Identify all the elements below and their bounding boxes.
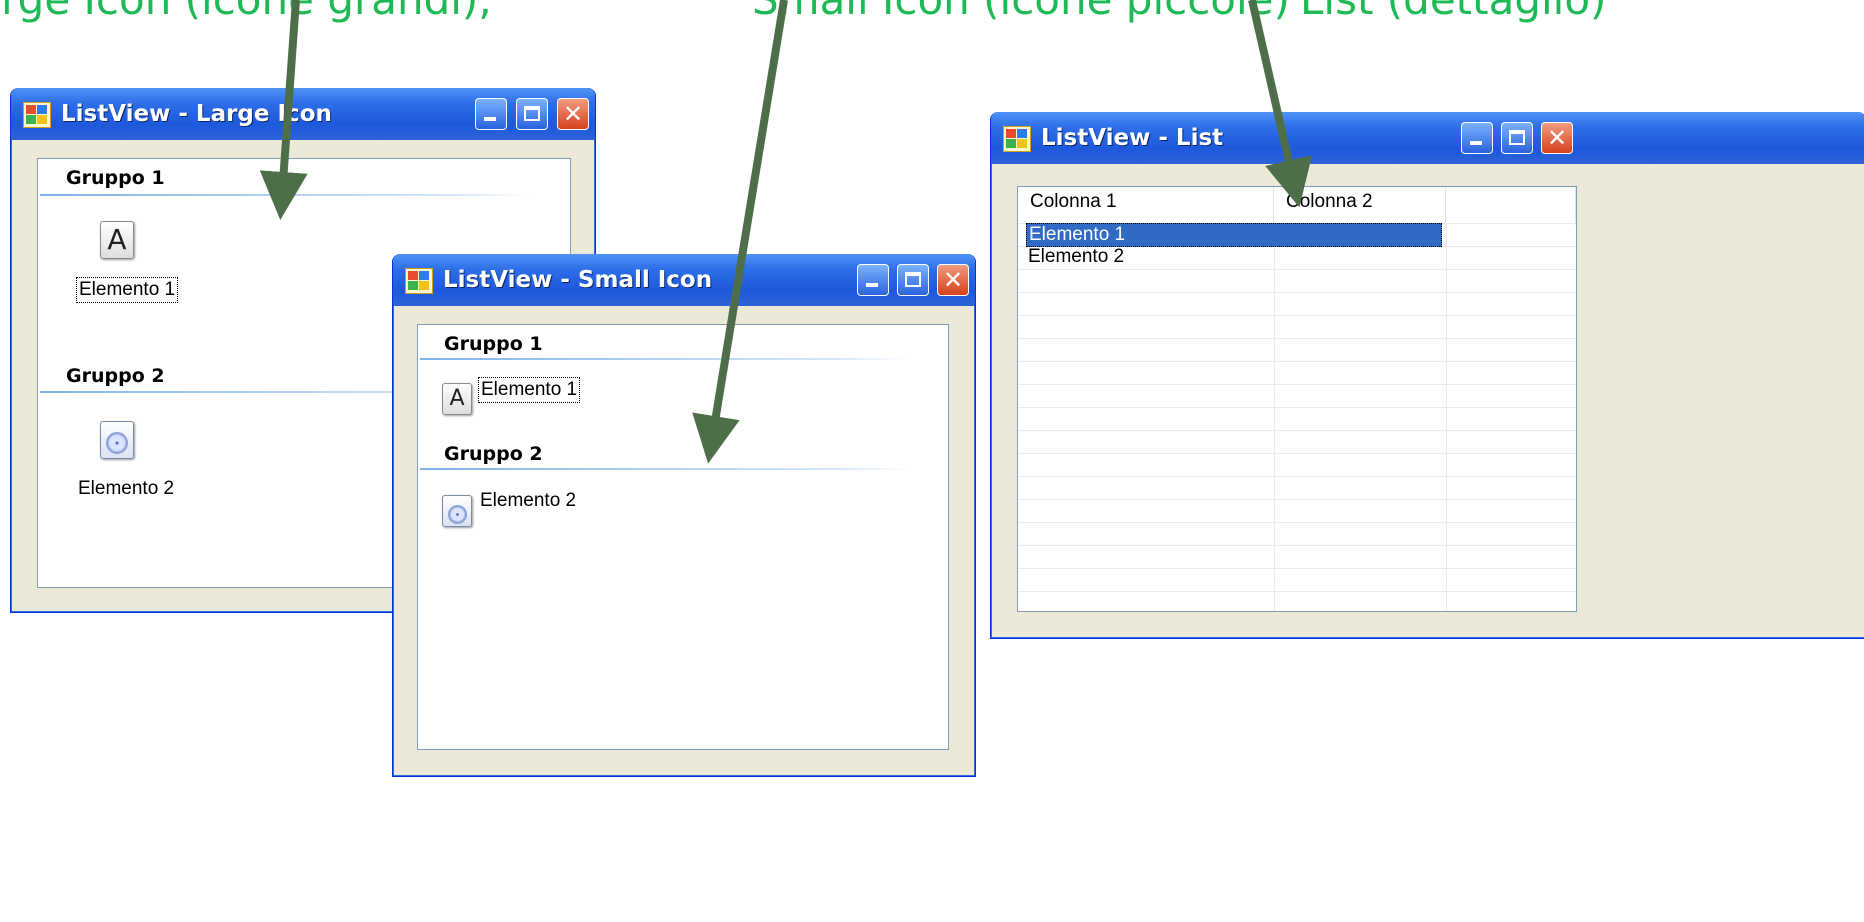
cell-label: Elemento 2 [1028, 246, 1125, 267]
caption-small-icon: Small Icon (icone piccole) [752, 0, 1290, 40]
minimize-icon [1470, 141, 1482, 145]
caption-list: List (dettaglio) [1300, 0, 1606, 40]
close-button[interactable]: ✕ [1541, 122, 1573, 154]
app-icon [405, 268, 433, 294]
grid-line [1018, 407, 1576, 408]
app-icon [23, 102, 51, 128]
group-header-2: Gruppo 2 [444, 443, 543, 465]
maximize-button[interactable] [1501, 122, 1533, 154]
window-title: ListView - Small Icon [443, 267, 713, 293]
listview-details[interactable]: Colonna 1 Colonna 2 Elemento 1 Elemento … [1017, 186, 1577, 612]
minimize-icon [484, 117, 496, 121]
app-icon [1003, 126, 1031, 152]
title-bar[interactable]: ListView - Small Icon ✕ [393, 254, 975, 306]
minimize-button[interactable] [475, 98, 507, 130]
grid-line [1018, 292, 1576, 293]
group-divider [40, 194, 530, 196]
title-bar[interactable]: ListView - Large Icon ✕ [11, 88, 595, 140]
column-header-1[interactable]: Colonna 1 [1018, 187, 1274, 225]
list-item[interactable]: Elemento 2 [478, 489, 578, 513]
list-item[interactable]: Elemento 1 [478, 377, 581, 403]
group-divider [420, 468, 910, 470]
cell-label: Elemento 1 [1029, 224, 1126, 245]
list-item[interactable]: Elemento 2 [76, 477, 176, 501]
minimize-button[interactable] [857, 264, 889, 296]
window-title: ListView - List [1041, 125, 1224, 151]
grid-line [1018, 269, 1576, 270]
group-header-1: Gruppo 1 [66, 167, 165, 189]
close-icon: ✕ [1546, 124, 1568, 152]
maximize-icon [905, 272, 921, 287]
cd-disc-icon[interactable] [100, 421, 134, 459]
table-row-selected[interactable]: Elemento 1 [1026, 223, 1442, 247]
minimize-button[interactable] [1461, 122, 1493, 154]
grid-line [1018, 361, 1576, 362]
table-row[interactable]: Elemento 2 [1026, 246, 1272, 268]
list-item[interactable]: Elemento 1 [76, 277, 179, 303]
column-header-2[interactable]: Colonna 2 [1274, 187, 1446, 225]
close-icon: ✕ [942, 266, 964, 294]
font-a-icon[interactable]: A [100, 221, 134, 259]
caption: Large Icon (icone grandi), Small Icon (i… [0, 0, 1864, 40]
window-small-icon: ListView - Small Icon ✕ Gruppo 1 A Eleme… [392, 254, 976, 777]
grid-line [1446, 223, 1447, 611]
close-button[interactable]: ✕ [937, 264, 969, 296]
grid-line [1018, 476, 1576, 477]
maximize-button[interactable] [897, 264, 929, 296]
font-a-icon[interactable]: A [442, 383, 472, 415]
group-header-2: Gruppo 2 [66, 365, 165, 387]
grid-line [1274, 223, 1275, 611]
grid-line [1018, 384, 1576, 385]
maximize-icon [524, 106, 540, 121]
grid-line [1018, 430, 1576, 431]
close-button[interactable]: ✕ [557, 98, 589, 130]
maximize-button[interactable] [516, 98, 548, 130]
cd-disc-icon[interactable] [442, 495, 472, 527]
caption-large-icon: Large Icon (icone grandi), [0, 0, 492, 40]
column-header-filler [1446, 187, 1576, 225]
window-title: ListView - Large Icon [61, 101, 332, 127]
minimize-icon [866, 283, 878, 287]
close-icon: ✕ [562, 100, 584, 128]
grid-line [1018, 591, 1576, 592]
grid-line [1018, 545, 1576, 546]
group-header-1: Gruppo 1 [444, 333, 543, 355]
grid-line [1018, 453, 1576, 454]
group-divider [420, 358, 910, 360]
listview[interactable]: Gruppo 1 A Elemento 1 Gruppo 2 Elemento … [417, 324, 949, 750]
grid-line [1018, 315, 1576, 316]
window-list: ListView - List ✕ Colonna 1 Colonna 2 El… [990, 112, 1864, 639]
grid-line [1018, 522, 1576, 523]
grid-line [1018, 338, 1576, 339]
title-bar[interactable]: ListView - List ✕ [991, 112, 1864, 164]
grid-line [1018, 568, 1576, 569]
maximize-icon [1509, 130, 1525, 145]
grid-line [1018, 499, 1576, 500]
